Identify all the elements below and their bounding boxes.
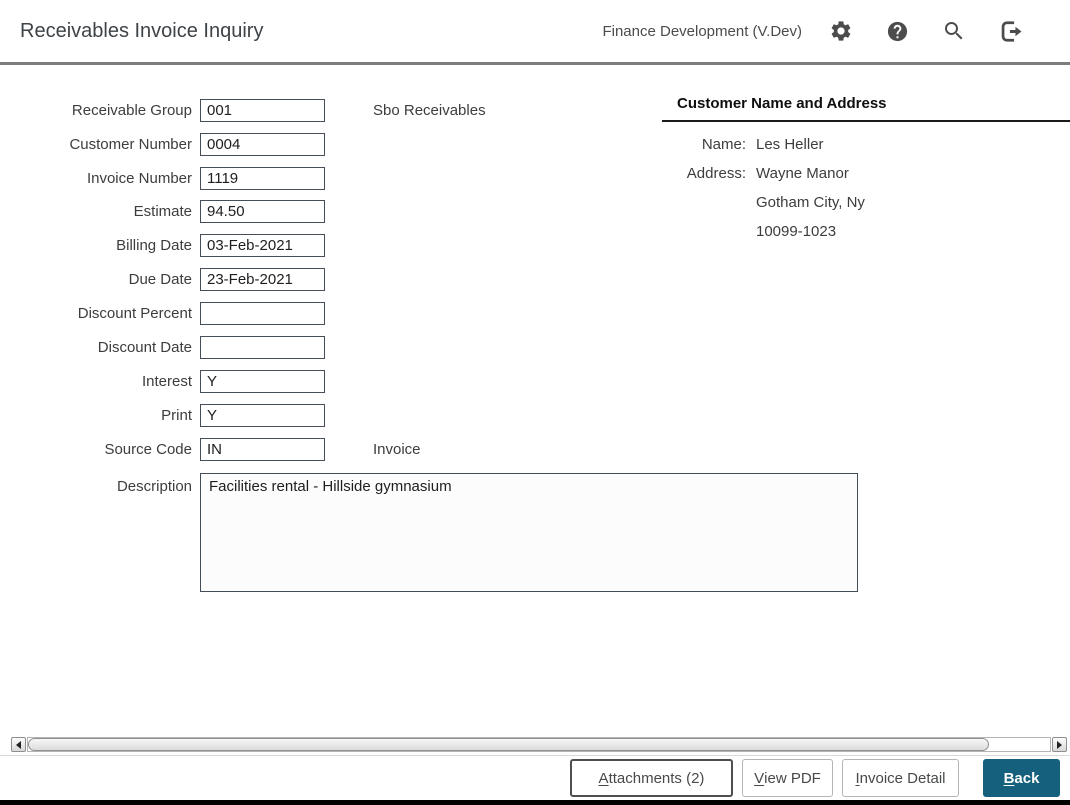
- field-row-source-code: Source Code Invoice: [0, 438, 880, 461]
- environment-label: Finance Development (V.Dev): [602, 22, 802, 40]
- invoice-detail-button-label: nvoice Detail: [859, 769, 946, 787]
- app-header: Receivables Invoice Inquiry Finance Deve…: [0, 0, 1070, 62]
- scrollbar-thumb[interactable]: [28, 738, 989, 751]
- address-label-spacer: [662, 223, 746, 241]
- attachments-button-accesskey: A: [598, 769, 609, 787]
- field-row-description: Description Facilities rental - Hillside…: [0, 473, 880, 592]
- horizontal-scrollbar[interactable]: [11, 737, 1067, 752]
- address-line-2: Gotham City, Ny: [756, 194, 865, 211]
- customer-address-row-2: Gotham City, Ny: [662, 194, 1070, 212]
- scroll-left-button[interactable]: [11, 737, 26, 752]
- view-pdf-button-label: iew PDF: [764, 769, 821, 787]
- source-code-input[interactable]: [200, 438, 325, 461]
- receivable-group-description-text: Sbo Receivables: [373, 102, 486, 119]
- field-row-discount-date: Discount Date: [0, 336, 880, 359]
- print-input[interactable]: [200, 404, 325, 427]
- address-line-3: 10099-1023: [756, 223, 837, 240]
- view-pdf-button[interactable]: View PDF: [742, 759, 833, 797]
- footer-button-bar: Attachments (2) View PDF Invoice Detail …: [570, 759, 1060, 797]
- field-row-print: Print: [0, 404, 880, 427]
- billing-date-label: Billing Date: [116, 237, 192, 254]
- description-textarea[interactable]: Facilities rental - Hillside gymnasium: [200, 473, 858, 592]
- header-divider: [0, 62, 1070, 65]
- back-button-label: ack: [1014, 769, 1040, 787]
- back-button[interactable]: Back: [983, 759, 1060, 797]
- interest-input[interactable]: [200, 370, 325, 393]
- discount-percent-input[interactable]: [200, 302, 325, 325]
- field-row-interest: Interest: [0, 370, 880, 393]
- estimate-label: Estimate: [133, 203, 192, 220]
- invoice-detail-button[interactable]: Invoice Detail: [842, 759, 959, 797]
- field-row-discount-percent: Discount Percent: [0, 302, 880, 325]
- billing-date-input[interactable]: [200, 234, 325, 257]
- customer-name-row: Name: Les Heller: [662, 136, 1070, 154]
- customer-address-row: Address: Wayne Manor: [662, 165, 1070, 183]
- description-label: Description: [116, 478, 192, 495]
- customer-address-row-3: 10099-1023: [662, 223, 1070, 241]
- discount-date-input[interactable]: [200, 336, 325, 359]
- field-row-due-date: Due Date: [0, 268, 880, 291]
- source-code-label: Source Code: [104, 441, 192, 458]
- scroll-right-button[interactable]: [1052, 737, 1067, 752]
- customer-number-input[interactable]: [200, 133, 325, 156]
- left-arrow-icon: [16, 740, 21, 749]
- attachments-button[interactable]: Attachments (2): [570, 759, 733, 797]
- bottom-black-bar: [0, 800, 1070, 805]
- logout-icon[interactable]: [999, 19, 1024, 44]
- customer-rows: Name: Les Heller Address: Wayne Manor Go…: [662, 136, 1070, 241]
- print-label: Print: [161, 407, 192, 424]
- invoice-number-input[interactable]: [200, 167, 325, 190]
- receivable-group-label: Receivable Group: [71, 102, 192, 119]
- customer-section-title: Customer Name and Address: [662, 92, 1070, 122]
- settings-gear-icon[interactable]: [829, 19, 853, 43]
- customer-address-panel: Customer Name and Address Name: Les Hell…: [662, 92, 1070, 252]
- address-line-1: Wayne Manor: [756, 165, 849, 182]
- view-pdf-button-accesskey: V: [754, 769, 765, 787]
- scrollbar-track[interactable]: [27, 737, 1051, 752]
- due-date-label: Due Date: [128, 271, 192, 288]
- page-title: Receivables Invoice Inquiry: [20, 19, 264, 42]
- name-label: Name:: [701, 136, 746, 153]
- help-icon[interactable]: [886, 20, 909, 43]
- search-icon[interactable]: [942, 19, 966, 43]
- source-code-description-text: Invoice: [373, 441, 421, 458]
- discount-date-label: Discount Date: [97, 339, 192, 356]
- due-date-input[interactable]: [200, 268, 325, 291]
- estimate-input[interactable]: [200, 200, 325, 223]
- footer-divider: [0, 755, 1070, 756]
- interest-label: Interest: [141, 373, 192, 390]
- discount-percent-label: Discount Percent: [77, 305, 192, 322]
- back-button-accesskey: B: [1003, 769, 1015, 787]
- invoice-number-label: Invoice Number: [86, 170, 192, 187]
- receivables-invoice-inquiry-page: Receivables Invoice Inquiry Finance Deve…: [0, 0, 1070, 805]
- name-value: Les Heller: [756, 136, 824, 153]
- attachments-button-label: ttachments (2): [608, 769, 705, 787]
- customer-number-label: Customer Number: [69, 136, 192, 153]
- address-label: Address:: [686, 165, 746, 182]
- header-actions: Finance Development (V.Dev): [602, 0, 1024, 62]
- receivable-group-input[interactable]: [200, 99, 325, 122]
- right-arrow-icon: [1057, 740, 1062, 749]
- address-label-spacer: [662, 194, 746, 212]
